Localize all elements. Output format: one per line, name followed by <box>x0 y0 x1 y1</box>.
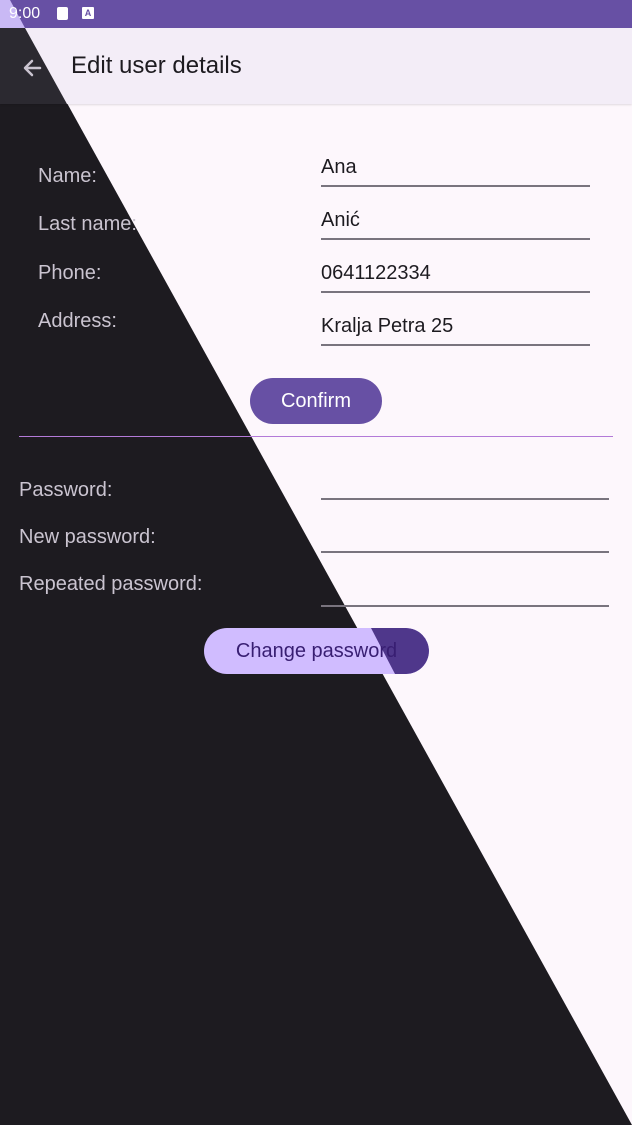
repeated-password-field[interactable] <box>321 573 609 607</box>
password-label: Password: <box>19 479 113 501</box>
name-field-value: Ana <box>321 156 357 178</box>
address-field[interactable]: Kralja Petra 25 <box>321 312 590 346</box>
content-area: Name: Ana Last name: Anić Phone: 0641122… <box>0 0 632 1125</box>
name-label: Name: <box>38 165 97 187</box>
phone-field[interactable]: 0641122334 <box>321 259 590 293</box>
phone-label: Phone: <box>38 262 102 284</box>
name-field[interactable]: Ana <box>321 153 590 187</box>
last-name-label: Last name: <box>38 213 137 235</box>
repeated-password-label: Repeated password: <box>19 573 203 595</box>
new-password-label: New password: <box>19 526 156 548</box>
address-label: Address: <box>38 310 117 332</box>
new-password-field[interactable] <box>321 519 609 553</box>
section-divider <box>19 436 613 437</box>
confirm-button[interactable]: Confirm <box>250 378 382 424</box>
last-name-field[interactable]: Anić <box>321 206 590 240</box>
last-name-field-value: Anić <box>321 209 360 231</box>
phone-field-value: 0641122334 <box>321 262 431 284</box>
password-field[interactable] <box>321 466 609 500</box>
address-field-value: Kralja Petra 25 <box>321 315 454 337</box>
change-password-button-label: Change password <box>235 640 398 662</box>
